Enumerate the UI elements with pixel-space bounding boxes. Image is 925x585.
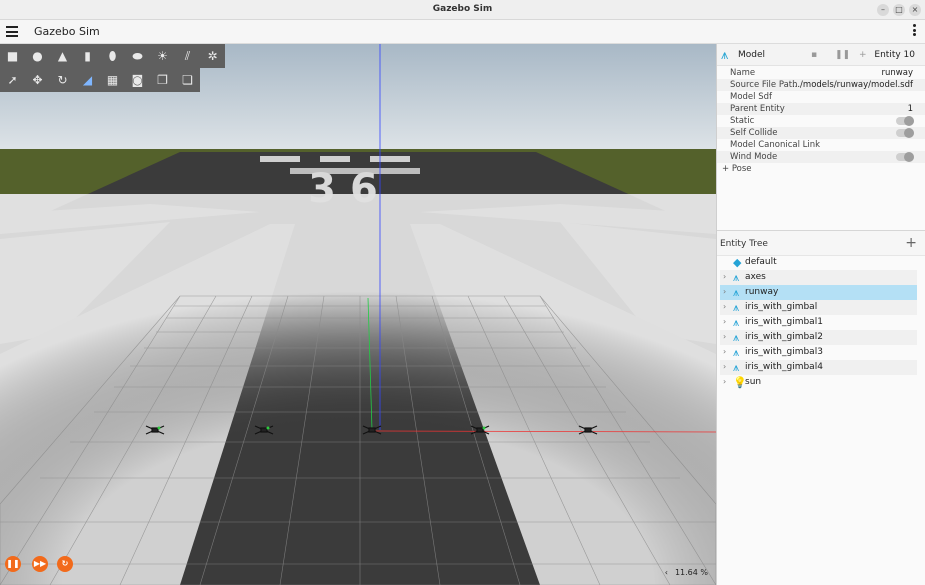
chevron-right-icon[interactable]: › (723, 272, 726, 281)
box-icon[interactable]: ■ (0, 44, 25, 68)
prop-wind-mode: Wind Mode (717, 151, 925, 163)
tree-item-iris-with-gimbal2[interactable]: › ⩚ iris_with_gimbal2 (720, 330, 917, 345)
model-icon: ⩚ (733, 286, 740, 299)
fog-overlay (0, 194, 716, 585)
chevron-right-icon[interactable]: › (723, 302, 726, 311)
prop-self-collide: Self Collide (717, 127, 925, 139)
rtf-expand-icon[interactable]: ‹ (665, 568, 668, 577)
lock-icon[interactable]: ▪ (811, 50, 817, 60)
cone-icon[interactable]: ▲ (50, 44, 75, 68)
real-time-factor: 11.64 % (674, 568, 708, 577)
runway-marking (260, 156, 300, 162)
maximize-button[interactable]: □ (893, 4, 905, 16)
prop-static: Static (717, 115, 925, 127)
model-icon: ⩚ (733, 346, 740, 359)
paste-icon[interactable]: ❏ (175, 68, 200, 92)
menu-bar: Gazebo Sim (0, 20, 925, 44)
chevron-right-icon[interactable]: › (723, 317, 726, 326)
entity-tree-header: Entity Tree + (717, 230, 925, 256)
rotate-icon[interactable]: ↻ (50, 68, 75, 92)
tree-item-default[interactable]: ◆ default (720, 255, 917, 270)
right-panel: ⩚ Model ▪ ❚❚ + Entity 10 Name runway Sou… (716, 44, 925, 585)
grid-screenshot-icon[interactable]: ▦ (100, 68, 125, 92)
tree-item-axes[interactable]: › ⩚ axes (720, 270, 917, 285)
model-icon: ⩚ (733, 301, 740, 314)
transform-toolbar: ➚ ✥ ↻ ◢ ▦ ◙ ❐ ❏ (0, 68, 200, 92)
wind-mode-toggle[interactable] (896, 152, 914, 162)
pose-expander[interactable]: + Pose (722, 164, 752, 174)
runway-marking (370, 156, 410, 162)
prop-parent-entity: Parent Entity 1 (717, 103, 925, 115)
scene-render: 36 (0, 44, 716, 585)
select-icon[interactable]: ➚ (0, 68, 25, 92)
ellipsoid-icon[interactable]: ⬬ (125, 44, 150, 68)
expand-plus-icon: + (722, 164, 732, 174)
chevron-right-icon[interactable]: › (723, 377, 726, 386)
self-collide-toggle[interactable] (896, 128, 914, 138)
reset-button[interactable]: ↻ (57, 556, 73, 572)
camera-icon[interactable]: ◙ (125, 68, 150, 92)
window-title: Gazebo Sim (432, 4, 493, 14)
chevron-right-icon[interactable]: › (723, 347, 726, 356)
add-entity-icon[interactable]: + (905, 235, 917, 251)
minimize-button[interactable]: – (877, 4, 889, 16)
model-icon: ⩚ (733, 331, 740, 344)
tree-item-iris-with-gimbal4[interactable]: › ⩚ iris_with_gimbal4 (720, 360, 917, 375)
model-icon: ⩚ (733, 316, 740, 329)
more-options-icon[interactable] (913, 24, 917, 38)
add-component-icon[interactable]: + (859, 50, 867, 60)
world-cube-icon: ◆ (733, 256, 742, 269)
tree-item-sun[interactable]: › 💡 sun (720, 375, 917, 390)
entity-tree-label: Entity Tree (720, 239, 768, 249)
copy-icon[interactable]: ❐ (150, 68, 175, 92)
model-icon: ⩚ (721, 48, 729, 63)
chevron-right-icon[interactable]: › (723, 287, 726, 296)
point-light-icon[interactable]: ✲ (200, 44, 225, 68)
cylinder-icon[interactable]: ▮ (75, 44, 100, 68)
prop-model-sdf[interactable]: Model Sdf (717, 91, 925, 103)
prop-source-file-path: Source File Path .../models/runway/model… (717, 79, 925, 91)
3d-scene-viewport[interactable]: 36 ■ ● ▲ ▮ ⬮ ⬬ ☀ ⫽ ✲ ➚ ✥ ↻ ◢ ▦ ◙ ❐ ❏ ❚❚ … (0, 44, 716, 585)
model-icon: ⩚ (733, 271, 740, 284)
tree-item-runway[interactable]: › ⩚ runway (720, 285, 917, 300)
inspector-label: Model (738, 50, 766, 60)
runway-marking (320, 156, 350, 162)
tree-item-iris-with-gimbal3[interactable]: › ⩚ iris_with_gimbal3 (720, 345, 917, 360)
close-button[interactable]: × (909, 4, 921, 16)
prop-model-canonical-link: Model Canonical Link (730, 140, 821, 150)
capsule-icon[interactable]: ⬮ (100, 44, 125, 68)
chevron-right-icon[interactable]: › (723, 332, 726, 341)
title-bar: Gazebo Sim – □ × (0, 0, 925, 20)
sphere-icon[interactable]: ● (25, 44, 50, 68)
hamburger-menu-icon[interactable] (6, 26, 18, 38)
entity-id: Entity 10 (874, 50, 915, 60)
tree-item-iris-with-gimbal[interactable]: › ⩚ iris_with_gimbal (720, 300, 917, 315)
static-toggle[interactable] (896, 116, 914, 126)
chevron-right-icon[interactable]: › (723, 362, 726, 371)
component-inspector-header: ⩚ Model ▪ ❚❚ + Entity 10 (717, 44, 925, 66)
model-icon: ⩚ (733, 361, 740, 374)
step-button[interactable]: ▶▶ (32, 556, 48, 572)
translate-icon[interactable]: ✥ (25, 68, 50, 92)
pause-inspector-icon[interactable]: ❚❚ (835, 50, 850, 60)
prop-name: Name runway (730, 68, 913, 78)
tree-item-iris-with-gimbal1[interactable]: › ⩚ iris_with_gimbal1 (720, 315, 917, 330)
directional-light-icon[interactable]: ⫽ (175, 44, 200, 68)
app-title: Gazebo Sim (34, 25, 100, 38)
sun-icon[interactable]: ☀ (150, 44, 175, 68)
pause-button[interactable]: ❚❚ (5, 556, 21, 572)
snap-icon[interactable]: ◢ (75, 68, 100, 92)
shapes-toolbar: ■ ● ▲ ▮ ⬮ ⬬ ☀ ⫽ ✲ (0, 44, 225, 68)
